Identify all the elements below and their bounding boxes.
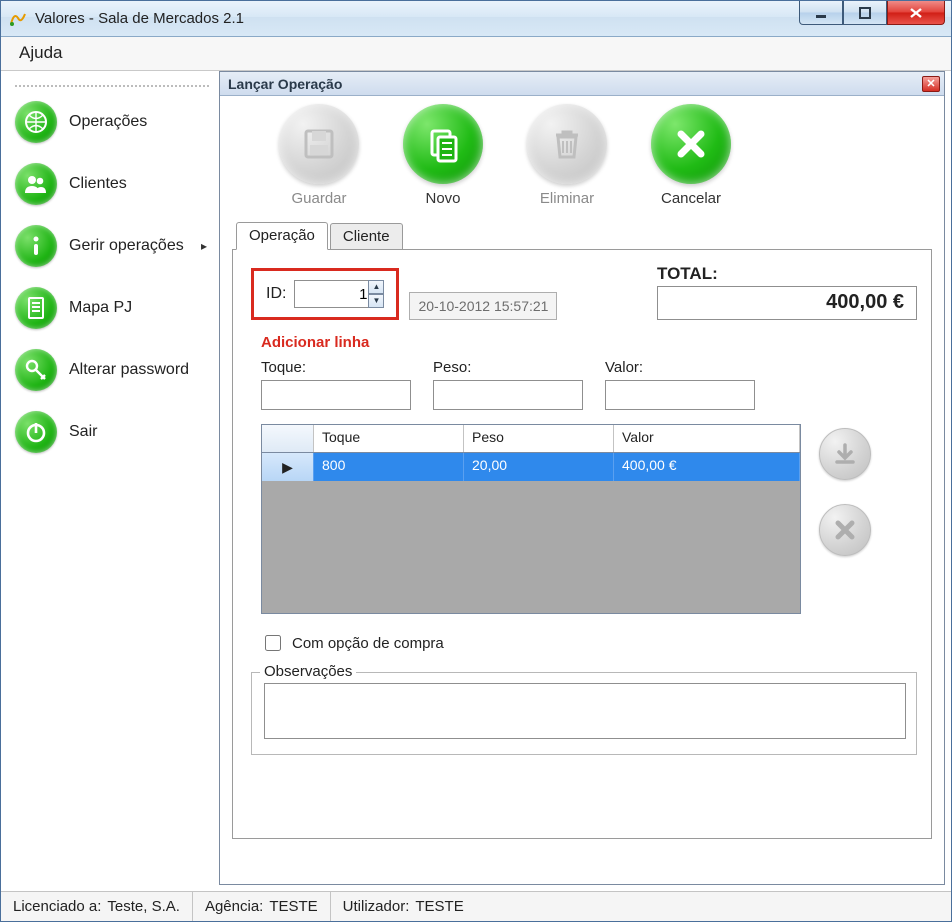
com-opcao-checkbox[interactable] — [265, 635, 281, 651]
status-licenciado-label: Licenciado a: — [13, 898, 101, 915]
eliminar-button[interactable]: Eliminar — [522, 104, 612, 207]
grid-row[interactable]: ▶ 800 20,00 400,00 € — [262, 453, 800, 481]
valor-label: Valor: — [605, 359, 755, 376]
id-spin-up[interactable]: ▲ — [368, 280, 384, 294]
save-icon — [279, 104, 359, 184]
toolbar-label: Novo — [425, 190, 460, 207]
power-icon — [15, 411, 57, 453]
tab-operacao[interactable]: Operação — [236, 222, 328, 250]
status-utilizador-label: Utilizador: — [343, 898, 410, 915]
window-titlebar: Valores - Sala de Mercados 2.1 — [1, 1, 951, 37]
sidebar: Operações Clientes Gerir operações ▸ Map… — [1, 71, 219, 891]
status-agencia-value: TESTE — [269, 898, 317, 915]
sidebar-item-alterar-password[interactable]: Alterar password — [11, 345, 213, 395]
cancel-icon — [651, 104, 731, 184]
adicionar-linha-label: Adicionar linha — [261, 334, 917, 351]
window-minimize-button[interactable] — [799, 1, 843, 25]
sidebar-item-label: Operações — [69, 113, 147, 131]
grid-header-valor: Valor — [614, 425, 800, 452]
id-spin-down[interactable]: ▼ — [368, 294, 384, 308]
menubar: Ajuda — [1, 37, 951, 71]
grid-header-toque: Toque — [314, 425, 464, 452]
sidebar-item-label: Mapa PJ — [69, 299, 132, 317]
app-icon — [9, 10, 27, 28]
id-label: ID: — [266, 285, 286, 303]
observacoes-label: Observações — [260, 663, 356, 680]
observacoes-input[interactable] — [264, 683, 906, 739]
toolbar: Guardar Novo Eliminar — [220, 96, 944, 211]
inner-window-titlebar: Lançar Operação ✕ — [220, 72, 944, 96]
tabstrip: Operação Cliente — [220, 211, 944, 249]
sidebar-item-label: Sair — [69, 423, 97, 441]
new-document-icon — [403, 104, 483, 184]
guardar-button[interactable]: Guardar — [274, 104, 364, 207]
users-icon — [15, 163, 57, 205]
sidebar-item-gerir-operacoes[interactable]: Gerir operações ▸ — [11, 221, 213, 271]
status-licenciado-value: Teste, S.A. — [107, 898, 180, 915]
sidebar-item-mapa-pj[interactable]: Mapa PJ — [11, 283, 213, 333]
grid-header-selector — [262, 425, 314, 452]
toque-input[interactable] — [261, 380, 411, 410]
status-agencia-label: Agência: — [205, 898, 263, 915]
grid-cell-toque: 800 — [314, 453, 464, 481]
valor-input[interactable] — [605, 380, 755, 410]
key-icon — [15, 349, 57, 391]
observacoes-group: Observações — [251, 672, 917, 755]
chevron-right-icon: ▸ — [201, 239, 207, 253]
toque-label: Toque: — [261, 359, 411, 376]
grid-header-peso: Peso — [464, 425, 614, 452]
inner-window-title: Lançar Operação — [228, 76, 342, 92]
toolbar-label: Cancelar — [661, 190, 721, 207]
sidebar-item-sair[interactable]: Sair — [11, 407, 213, 457]
status-utilizador-value: TESTE — [415, 898, 463, 915]
lines-grid[interactable]: Toque Peso Valor ▶ 800 20,00 400,00 € — [261, 424, 801, 614]
id-highlight-box: ID: ▲ ▼ — [251, 268, 399, 320]
window-title: Valores - Sala de Mercados 2.1 — [35, 10, 244, 27]
menu-ajuda[interactable]: Ajuda — [19, 43, 62, 62]
globe-icon — [15, 101, 57, 143]
total-value: 400,00 € — [657, 286, 917, 320]
add-line-button[interactable] — [819, 428, 871, 480]
sidebar-item-label: Clientes — [69, 175, 127, 193]
com-opcao-label: Com opção de compra — [292, 635, 444, 652]
datetime-field: 20-10-2012 15:57:21 — [409, 292, 557, 320]
grid-row-indicator: ▶ — [262, 453, 314, 481]
remove-line-button[interactable] — [819, 504, 871, 556]
toolbar-label: Eliminar — [540, 190, 594, 207]
cancelar-button[interactable]: Cancelar — [646, 104, 736, 207]
total-label: TOTAL: — [657, 264, 917, 284]
peso-input[interactable] — [433, 380, 583, 410]
trash-icon — [527, 104, 607, 184]
grid-cell-valor: 400,00 € — [614, 453, 800, 481]
sidebar-item-operacoes[interactable]: Operações — [11, 97, 213, 147]
toolbar-label: Guardar — [291, 190, 346, 207]
statusbar: Licenciado a: Teste, S.A. Agência: TESTE… — [1, 891, 951, 921]
document-icon — [15, 287, 57, 329]
window-close-button[interactable] — [887, 1, 945, 25]
tabpanel-operacao: ID: ▲ ▼ 20-10-2012 15:57:21 TOTAL: 400,0… — [232, 249, 932, 839]
peso-label: Peso: — [433, 359, 583, 376]
grid-cell-peso: 20,00 — [464, 453, 614, 481]
inner-window: Lançar Operação ✕ Guardar Novo — [219, 71, 945, 885]
sidebar-item-label: Gerir operações — [69, 237, 184, 255]
grid-header: Toque Peso Valor — [262, 425, 800, 453]
inner-window-close-button[interactable]: ✕ — [922, 76, 940, 92]
novo-button[interactable]: Novo — [398, 104, 488, 207]
info-icon — [15, 225, 57, 267]
sidebar-item-clientes[interactable]: Clientes — [11, 159, 213, 209]
tab-cliente[interactable]: Cliente — [330, 223, 403, 250]
window-maximize-button[interactable] — [843, 1, 887, 25]
id-input[interactable] — [294, 280, 372, 308]
sidebar-item-label: Alterar password — [69, 361, 189, 379]
sidebar-divider — [15, 85, 209, 87]
